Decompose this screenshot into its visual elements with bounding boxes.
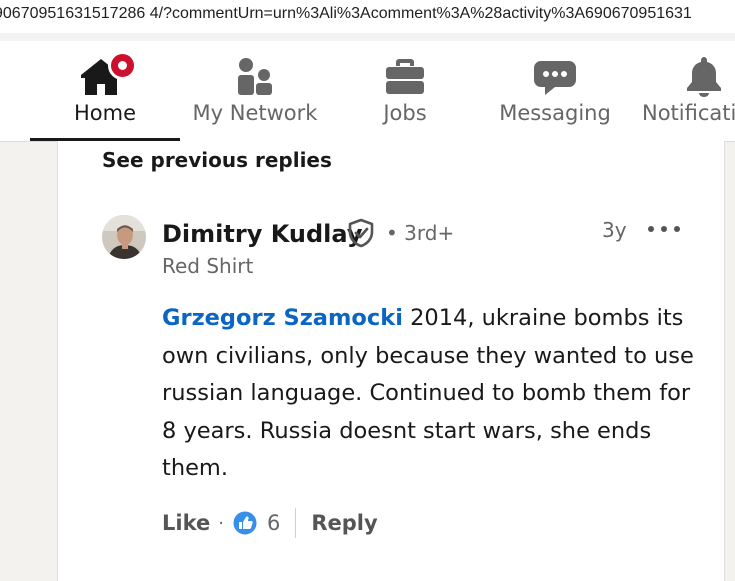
comment-text: 2014, ukraine bombs its own civilians, o… [162, 305, 694, 481]
notification-badge-icon [108, 51, 137, 80]
action-divider [295, 508, 297, 538]
more-options-icon[interactable] [648, 216, 680, 242]
nav-label: My Network [192, 101, 318, 125]
nav-item-messaging[interactable]: Messaging [480, 41, 630, 141]
see-previous-replies-button[interactable]: See previous replies [102, 148, 332, 172]
nav-item-notifications[interactable]: Notifications [630, 41, 735, 141]
nav-item-jobs[interactable]: Jobs [330, 41, 480, 141]
comment-actions: Like · 6 Reply [162, 505, 378, 541]
nav-label: Messaging [499, 101, 611, 125]
browser-url-bar[interactable]: 90670951631517286 4/?commentUrn=urn%3Ali… [0, 0, 735, 34]
mention-link[interactable]: Grzegorz Szamocki [162, 305, 403, 331]
reply-button[interactable]: Reply [311, 511, 377, 535]
connection-degree: • 3rd+ [386, 221, 455, 245]
separator-dot: · [218, 512, 224, 534]
nav-label: Notifications [642, 101, 735, 125]
toolbar-gap [0, 33, 735, 41]
reaction-count[interactable]: 6 [267, 511, 280, 535]
like-reaction-icon[interactable] [232, 510, 258, 536]
like-button[interactable]: Like [162, 511, 210, 535]
chat-bubble-icon [533, 59, 577, 101]
url-text[interactable]: 90670951631517286 4/?commentUrn=urn%3Ali… [0, 5, 692, 23]
bell-icon [684, 55, 724, 101]
nav-label: Jobs [383, 101, 427, 125]
nav-label: Home [73, 101, 136, 125]
author-name-link[interactable]: Dimitry Kudlay [162, 220, 362, 248]
comment-body: Grzegorz Szamocki 2014, ukraine bombs it… [162, 300, 707, 488]
people-icon [236, 57, 274, 101]
nav-item-my-network[interactable]: My Network [180, 41, 330, 141]
nav-item-home[interactable]: Home [30, 41, 180, 141]
avatar-photo-icon [102, 215, 146, 259]
comment-timestamp: 3y [602, 218, 627, 242]
briefcase-icon [385, 57, 425, 99]
global-nav: Home My Network Jobs Messaging Notificat [0, 41, 735, 142]
avatar[interactable] [102, 215, 146, 259]
author-headline: Red Shirt [162, 254, 254, 278]
verified-shield-icon [346, 218, 376, 252]
